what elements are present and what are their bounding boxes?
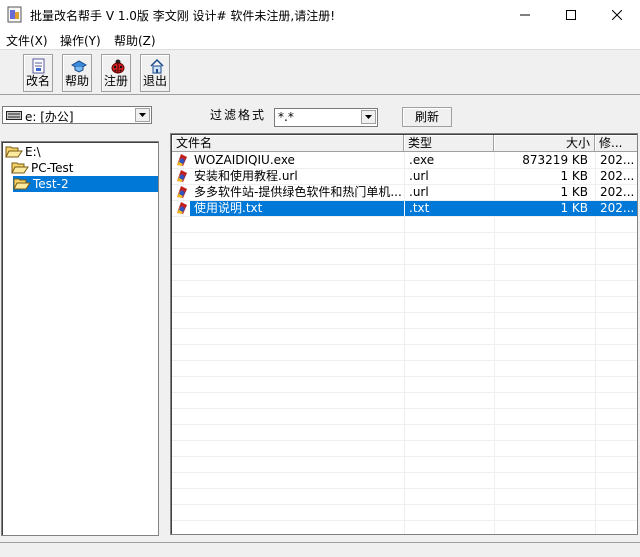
drive-dropdown-arrow[interactable] — [135, 108, 150, 122]
close-button[interactable] — [594, 0, 640, 30]
cell-modified: 202... — [600, 153, 635, 167]
cell-modified: 202... — [596, 200, 637, 216]
left-pane: e: [办公] E:\ PC-Test Test-2 — [0, 96, 162, 542]
cell-name: 使用说明.txt — [189, 199, 405, 217]
file-icon — [177, 154, 187, 166]
drive-icon — [6, 111, 22, 120]
column-header-type[interactable]: 类型 — [404, 135, 494, 152]
register-label: 注册 — [103, 74, 128, 88]
filter-label: 过滤格式 — [210, 108, 267, 122]
chevron-down-icon — [365, 115, 372, 119]
toolbar: 改名 帮助 注册 退出 — [0, 49, 640, 95]
grid-line — [172, 168, 637, 169]
cell-size: 1 KB — [560, 185, 588, 199]
minimize-button[interactable] — [502, 0, 548, 30]
table-row[interactable]: WOZAIDIQIU.exe .exe 873219 KB 202... — [172, 152, 637, 168]
cell-type: .url — [409, 169, 429, 183]
filter-value: *.* — [278, 110, 294, 124]
cell-modified: 202... — [600, 169, 635, 183]
cell-name: 安装和使用教程.url — [194, 169, 298, 183]
cell-type: .exe — [409, 153, 435, 167]
folder-tree[interactable]: E:\ PC-Test Test-2 — [1, 141, 159, 536]
grid-line — [172, 200, 637, 201]
grid-line — [172, 360, 637, 361]
grid-line — [172, 472, 637, 473]
rename-label: 改名 — [25, 74, 50, 88]
minimize-icon — [520, 14, 530, 16]
table-row[interactable]: 安装和使用教程.url .url 1 KB 202... — [172, 168, 637, 184]
rename-button[interactable]: 改名 — [23, 54, 53, 92]
cell-size: 1 KB — [560, 169, 588, 183]
window-title: 批量改名帮手 V 1.0版 李文刚 设计# 软件未注册,请注册! — [30, 9, 336, 23]
menu-help[interactable]: 帮助(Z) — [114, 32, 156, 49]
grid-line — [172, 424, 637, 425]
grid-line — [172, 296, 637, 297]
tree-item-label: PC-Test — [31, 161, 74, 175]
title-bar: 批量改名帮手 V 1.0版 李文刚 设计# 软件未注册,请注册! — [0, 0, 640, 30]
maximize-icon — [566, 10, 576, 20]
file-icon — [177, 170, 187, 182]
grid-line — [172, 328, 637, 329]
grid-line — [172, 248, 637, 249]
help-button[interactable]: 帮助 — [62, 54, 92, 92]
tree-item-label: E:\ — [25, 145, 41, 159]
grid-line — [172, 184, 637, 185]
grid-line — [172, 488, 637, 489]
grid-line — [172, 264, 637, 265]
grid-line — [172, 440, 637, 441]
grid-line — [172, 504, 637, 505]
table-row[interactable]: 使用说明.txt .txt 1 KB 202... — [172, 199, 637, 217]
help-label: 帮助 — [64, 74, 89, 88]
app-icon — [7, 6, 23, 23]
file-list[interactable]: 文件名 类型 大小 修... WOZAIDIQIU.exe .exe 87321… — [170, 133, 638, 535]
column-header-name[interactable]: 文件名 — [172, 135, 404, 152]
table-row[interactable]: 多多软件站-提供绿色软件和热门单机... .url 1 KB 202... — [172, 184, 637, 200]
cell-size: 1 KB — [495, 200, 596, 216]
grid-line — [172, 408, 637, 409]
column-header-modified[interactable]: 修... — [595, 135, 637, 152]
right-pane: 过滤格式 *.* 刷新 文件名 类型 大小 修... WOZAIDIQIU.ex… — [166, 96, 640, 542]
cell-size: 873219 KB — [522, 153, 588, 167]
column-header-size[interactable]: 大小 — [494, 135, 595, 152]
exit-label: 退出 — [142, 74, 167, 88]
tree-item-root[interactable]: E:\ — [5, 144, 159, 160]
open-folder-icon — [13, 178, 31, 190]
cell-modified: 202... — [600, 185, 635, 199]
drive-select[interactable]: e: [办公] — [2, 106, 152, 124]
file-icon — [177, 186, 187, 198]
tree-item-pc-test[interactable]: PC-Test — [11, 160, 159, 176]
cell-name: WOZAIDIQIU.exe — [194, 153, 295, 167]
status-bar — [0, 542, 640, 557]
close-icon — [612, 10, 622, 20]
cell-type: .txt — [405, 200, 495, 216]
file-icon — [177, 202, 187, 214]
grid-line — [172, 456, 637, 457]
grid-line — [172, 216, 637, 217]
grid-line — [172, 344, 637, 345]
grid-line — [172, 376, 637, 377]
menu-file[interactable]: 文件(X) — [6, 32, 48, 49]
grid-line — [172, 392, 637, 393]
open-folder-icon — [11, 162, 29, 174]
register-button[interactable]: 注册 — [101, 54, 131, 92]
cell-name: 多多软件站-提供绿色软件和热门单机... — [194, 185, 402, 199]
refresh-button[interactable]: 刷新 — [402, 107, 452, 127]
menu-bar: 文件(X) 操作(Y) 帮助(Z) — [0, 30, 640, 49]
menu-operation[interactable]: 操作(Y) — [60, 32, 101, 49]
drive-value: e: [办公] — [25, 110, 74, 124]
grid-line — [172, 280, 637, 281]
tree-item-test-2[interactable]: Test-2 — [13, 176, 158, 192]
maximize-button[interactable] — [548, 0, 594, 30]
grid-line — [172, 520, 637, 521]
list-header: 文件名 类型 大小 修... — [172, 135, 637, 152]
open-folder-icon — [5, 146, 23, 158]
chevron-down-icon — [139, 113, 146, 117]
filter-dropdown-arrow[interactable] — [361, 110, 376, 124]
grid-line — [172, 312, 637, 313]
cell-type: .url — [409, 185, 429, 199]
filter-select[interactable]: *.* — [274, 108, 378, 127]
grid-line — [172, 232, 637, 233]
exit-button[interactable]: 退出 — [140, 54, 170, 92]
tree-item-label: Test-2 — [33, 177, 69, 191]
